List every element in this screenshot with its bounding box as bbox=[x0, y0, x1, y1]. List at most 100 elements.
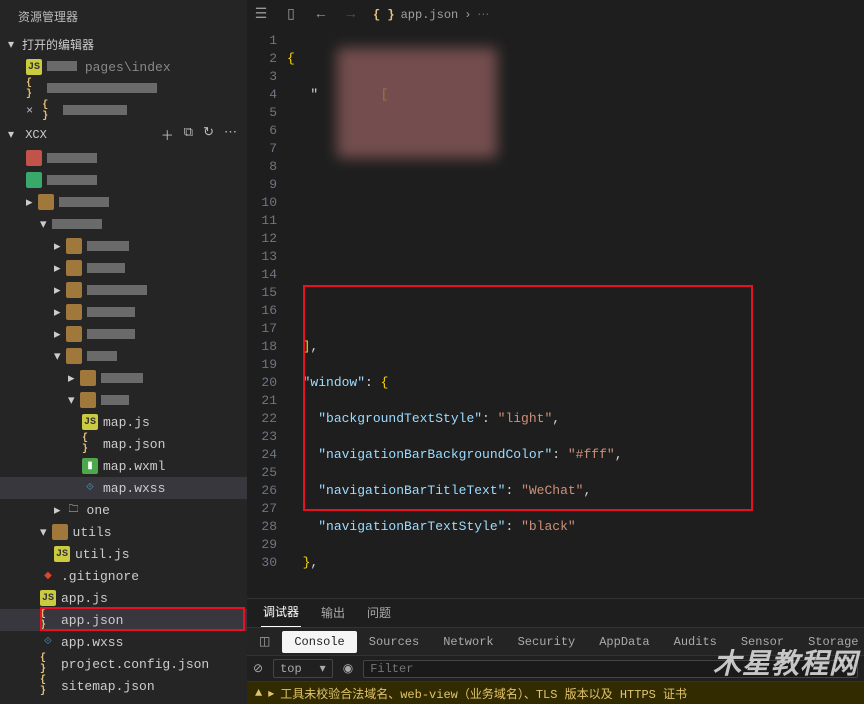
bookmark-icon[interactable]: ▯ bbox=[283, 6, 299, 23]
chevron-right-icon: ▸ bbox=[68, 371, 75, 386]
tree-item[interactable]: ▸ bbox=[0, 367, 247, 389]
clear-icon[interactable]: ⊘ bbox=[253, 661, 263, 676]
tree-item[interactable]: ▸ bbox=[0, 279, 247, 301]
folder-icon bbox=[52, 524, 68, 540]
chevron-right-icon: ▸ bbox=[26, 195, 33, 210]
json-file-icon: { } bbox=[40, 656, 56, 672]
open-editors-section[interactable]: ▾ 打开的编辑器 bbox=[0, 33, 247, 56]
chevron-down-icon: ▾ bbox=[68, 393, 75, 408]
git-icon: ◆ bbox=[40, 568, 56, 584]
tree-folder-one[interactable]: ▸🗀one bbox=[0, 499, 247, 521]
chevron-right-icon: ▸ bbox=[54, 503, 61, 518]
tree-item[interactable]: ▾ bbox=[0, 213, 247, 235]
chevron-down-icon: ▾ bbox=[8, 127, 18, 142]
folder-icon bbox=[66, 260, 82, 276]
devtools-tabs: ◫ Console Sources Network Security AppDa… bbox=[247, 628, 864, 656]
tree-item[interactable] bbox=[0, 147, 247, 169]
tree-file-util-js[interactable]: JSutil.js bbox=[0, 543, 247, 565]
tree-item[interactable]: ▸ bbox=[0, 323, 247, 345]
tree-file-sitemap[interactable]: { }sitemap.json bbox=[0, 675, 247, 697]
devtab-audits[interactable]: Audits bbox=[662, 628, 729, 655]
chevron-right-icon: ▸ bbox=[54, 305, 61, 320]
tree-item[interactable] bbox=[0, 169, 247, 191]
tab-output[interactable]: 输出 bbox=[319, 598, 347, 627]
project-section[interactable]: ▾ XCX ＋ ⧉ ↻ ⋯ bbox=[0, 122, 247, 147]
code-editor[interactable]: 1234567891011121314151617181920212223242… bbox=[247, 30, 864, 598]
warning-icon: ▲ bbox=[255, 686, 262, 700]
devtab-storage[interactable]: Storage bbox=[796, 628, 864, 655]
tree-item[interactable]: ▾ bbox=[0, 345, 247, 367]
breadcrumb[interactable]: { } app.json › ⋯ bbox=[373, 7, 489, 22]
devtab-sources[interactable]: Sources bbox=[357, 628, 431, 655]
devtab-network[interactable]: Network bbox=[431, 628, 505, 655]
context-dropdown[interactable]: top▾ bbox=[273, 659, 333, 678]
tree-file-app-json[interactable]: { }app.json bbox=[0, 609, 247, 631]
list-icon[interactable]: ☰ bbox=[253, 6, 269, 23]
tree-file-map-json[interactable]: { }map.json bbox=[0, 433, 247, 455]
tree-item[interactable]: ▸ bbox=[0, 235, 247, 257]
folder-icon bbox=[80, 370, 96, 386]
file-tree: ▸ ▾ ▸ ▸ ▸ ▸ ▸ ▾ ▸ ▾ JSmap.js { }map.json… bbox=[0, 147, 247, 704]
folder-icon: 🗀 bbox=[66, 502, 82, 518]
devtab-console[interactable]: Console bbox=[282, 631, 356, 653]
folder-icon bbox=[66, 326, 82, 342]
devtab-security[interactable]: Security bbox=[506, 628, 588, 655]
tree-file-map-wxml[interactable]: ▮map.wxml bbox=[0, 455, 247, 477]
devtab-appdata[interactable]: AppData bbox=[587, 628, 661, 655]
chevron-down-icon: ▾ bbox=[40, 217, 47, 232]
folder-icon bbox=[66, 282, 82, 298]
tree-item[interactable]: ▸ bbox=[0, 191, 247, 213]
chevron-down-icon: ▾ bbox=[40, 525, 47, 540]
chevron-right-icon: ▸ bbox=[54, 327, 61, 342]
filter-input[interactable] bbox=[363, 660, 858, 678]
json-file-icon: { } bbox=[42, 103, 58, 119]
eye-icon[interactable]: ◉ bbox=[343, 661, 353, 676]
folder-icon bbox=[26, 172, 42, 188]
tree-file-app-js[interactable]: JSapp.js bbox=[0, 587, 247, 609]
js-file-icon: JS bbox=[26, 59, 42, 75]
console-toolbar: ⊘ top▾ ◉ bbox=[247, 656, 864, 682]
forward-icon[interactable]: → bbox=[343, 7, 359, 23]
chevron-down-icon: ▾ bbox=[8, 37, 18, 52]
console-warning: ▲ ▸ 工具未校验合法域名、web-view（业务域名）、TLS 版本以及 HT… bbox=[247, 682, 864, 704]
back-icon[interactable]: ← bbox=[313, 7, 329, 23]
wxss-file-icon: ⟐ bbox=[40, 634, 56, 650]
editor-toolbar: ☰ ▯ ← → { } app.json › ⋯ bbox=[247, 0, 864, 30]
chevron-right-icon: ▸ bbox=[54, 239, 61, 254]
open-editor-item[interactable]: × { } bbox=[0, 100, 247, 122]
chevron-right-icon: ▸ bbox=[54, 283, 61, 298]
tree-file-map-js[interactable]: JSmap.js bbox=[0, 411, 247, 433]
folder-icon bbox=[66, 348, 82, 364]
new-folder-icon[interactable]: ⧉ bbox=[184, 125, 193, 144]
refresh-icon[interactable]: ↻ bbox=[203, 125, 214, 144]
tree-item[interactable]: ▾ bbox=[0, 389, 247, 411]
folder-icon bbox=[66, 238, 82, 254]
code-content[interactable]: { " [ ], "wi bbox=[287, 30, 864, 598]
devtab-sensor[interactable]: Sensor bbox=[729, 628, 796, 655]
gutter: 1234567891011121314151617181920212223242… bbox=[247, 30, 287, 598]
json-file-icon: { } bbox=[40, 678, 56, 694]
more-icon[interactable]: ⋯ bbox=[224, 125, 237, 144]
tree-item[interactable]: ▸ bbox=[0, 301, 247, 323]
tree-file-project-config[interactable]: { }project.config.json bbox=[0, 653, 247, 675]
sidebar: 资源管理器 ▾ 打开的编辑器 JS pages\index { } × { } … bbox=[0, 0, 247, 704]
folder-icon bbox=[80, 392, 96, 408]
tree-item[interactable]: ▸ bbox=[0, 257, 247, 279]
open-editor-item[interactable]: JS pages\index bbox=[0, 56, 247, 78]
js-file-icon: JS bbox=[82, 414, 98, 430]
tab-debugger[interactable]: 调试器 bbox=[261, 597, 301, 627]
new-file-icon[interactable]: ＋ bbox=[161, 125, 174, 144]
json-file-icon: { } bbox=[82, 436, 98, 452]
tree-file-app-wxss[interactable]: ⟐app.wxss bbox=[0, 631, 247, 653]
close-icon[interactable]: × bbox=[26, 104, 33, 118]
wxss-file-icon: ⟐ bbox=[82, 480, 98, 496]
tree-file-gitignore[interactable]: ◆.gitignore bbox=[0, 565, 247, 587]
inspect-icon[interactable]: ◫ bbox=[247, 628, 282, 655]
bottom-panel-tabs: 调试器 输出 问题 bbox=[247, 598, 864, 628]
tree-folder-utils[interactable]: ▾utils bbox=[0, 521, 247, 543]
tree-file-map-wxss[interactable]: ⟐map.wxss bbox=[0, 477, 247, 499]
open-editor-item[interactable]: { } bbox=[0, 78, 247, 100]
chevron-right-icon: ▸ bbox=[54, 261, 61, 276]
json-file-icon: { } bbox=[40, 612, 56, 628]
tab-problems[interactable]: 问题 bbox=[365, 598, 393, 627]
